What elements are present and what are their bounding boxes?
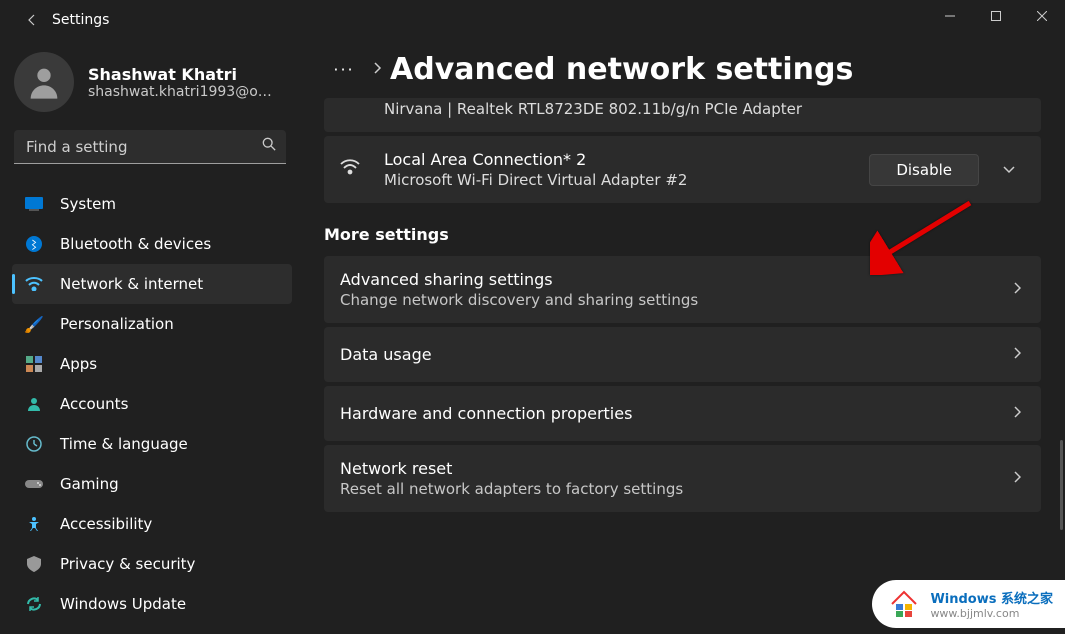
sidebar-item-label: Network & internet <box>60 275 203 293</box>
close-button[interactable] <box>1019 0 1065 32</box>
chevron-right-icon <box>1013 471 1021 486</box>
chevron-right-icon <box>1013 347 1021 362</box>
adapter-card: Local Area Connection* 2 Microsoft Wi-Fi… <box>324 136 1041 203</box>
system-icon <box>24 194 44 214</box>
sidebar-item-label: Accessibility <box>60 515 152 533</box>
sidebar-item-windows-update[interactable]: Windows Update <box>12 584 292 624</box>
sidebar-item-label: Windows Update <box>60 595 186 613</box>
sidebar-item-accessibility[interactable]: Accessibility <box>12 504 292 544</box>
search-icon <box>262 137 276 155</box>
sidebar-item-bluetooth[interactable]: Bluetooth & devices <box>12 224 292 264</box>
sidebar-item-network[interactable]: Network & internet <box>12 264 292 304</box>
sidebar-item-system[interactable]: System <box>12 184 292 224</box>
watermark-title: Windows 系统之家 <box>930 588 1053 607</box>
watermark-url: www.bjjmlv.com <box>930 607 1053 620</box>
content: ··· Advanced network settings Nirvana | … <box>300 40 1065 634</box>
sidebar-item-label: Privacy & security <box>60 555 195 573</box>
sidebar-item-label: Accounts <box>60 395 128 413</box>
setting-title: Network reset <box>340 459 1013 478</box>
breadcrumb-more-button[interactable]: ··· <box>324 49 364 89</box>
accessibility-icon <box>24 514 44 534</box>
back-button[interactable] <box>16 4 48 36</box>
adapter-row-local-area[interactable]: Local Area Connection* 2 Microsoft Wi-Fi… <box>324 136 1041 203</box>
sidebar-item-accounts[interactable]: Accounts <box>12 384 292 424</box>
setting-card: Data usage <box>324 327 1041 382</box>
adapter-card: Nirvana | Realtek RTL8723DE 802.11b/g/n … <box>324 98 1041 132</box>
sidebar-item-label: Personalization <box>60 315 174 333</box>
breadcrumb: ··· Advanced network settings <box>324 40 1041 98</box>
setting-network-reset[interactable]: Network reset Reset all network adapters… <box>324 445 1041 512</box>
minimize-button[interactable] <box>927 0 973 32</box>
adapter-row-nirvana[interactable]: Nirvana | Realtek RTL8723DE 802.11b/g/n … <box>324 98 1041 132</box>
user-email: shashwat.khatri1993@o… <box>88 84 272 100</box>
more-settings-label: More settings <box>324 225 1041 244</box>
adapter-sub: Microsoft Wi-Fi Direct Virtual Adapter #… <box>384 171 869 189</box>
accounts-icon <box>24 394 44 414</box>
setting-card: Advanced sharing settings Change network… <box>324 256 1041 323</box>
gamepad-icon <box>24 474 44 494</box>
bluetooth-icon <box>24 234 44 254</box>
paintbrush-icon: 🖌️ <box>24 314 44 334</box>
avatar <box>14 52 74 112</box>
user-name: Shashwat Khatri <box>88 65 272 84</box>
chevron-down-icon[interactable] <box>993 163 1025 177</box>
setting-card: Network reset Reset all network adapters… <box>324 445 1041 512</box>
wifi-icon <box>24 274 44 294</box>
sidebar-item-label: Apps <box>60 355 97 373</box>
titlebar: Settings <box>0 0 1065 40</box>
chevron-right-icon <box>1013 406 1021 421</box>
sidebar-item-privacy[interactable]: Privacy & security <box>12 544 292 584</box>
window-controls <box>927 0 1065 32</box>
sidebar-item-time-language[interactable]: Time & language <box>12 424 292 464</box>
update-icon <box>24 594 44 614</box>
shield-icon <box>24 554 44 574</box>
setting-card: Hardware and connection properties <box>324 386 1041 441</box>
watermark: Windows 系统之家 www.bjjmlv.com <box>872 580 1065 628</box>
setting-sub: Change network discovery and sharing set… <box>340 291 1013 309</box>
sidebar-item-apps[interactable]: Apps <box>12 344 292 384</box>
sidebar-item-label: System <box>60 195 116 213</box>
setting-advanced-sharing[interactable]: Advanced sharing settings Change network… <box>324 256 1041 323</box>
setting-sub: Reset all network adapters to factory se… <box>340 480 1013 498</box>
sidebar-item-label: Time & language <box>60 435 188 453</box>
page-title: Advanced network settings <box>390 52 853 87</box>
clock-globe-icon <box>24 434 44 454</box>
setting-data-usage[interactable]: Data usage <box>324 327 1041 382</box>
search-input[interactable] <box>14 130 286 163</box>
sidebar-item-personalization[interactable]: 🖌️ Personalization <box>12 304 292 344</box>
sidebar-item-label: Bluetooth & devices <box>60 235 211 253</box>
app-title: Settings <box>52 12 109 28</box>
maximize-button[interactable] <box>973 0 1019 32</box>
sidebar: Shashwat Khatri shashwat.khatri1993@o… S… <box>0 40 300 634</box>
setting-title: Advanced sharing settings <box>340 270 1013 289</box>
wifi-icon <box>340 159 364 180</box>
apps-icon <box>24 354 44 374</box>
setting-title: Data usage <box>340 345 1013 364</box>
chevron-right-icon <box>1013 282 1021 297</box>
search-box[interactable] <box>14 130 286 164</box>
adapter-sub: Nirvana | Realtek RTL8723DE 802.11b/g/n … <box>384 100 925 118</box>
house-icon <box>888 588 920 620</box>
adapter-title: Local Area Connection* 2 <box>384 150 869 169</box>
setting-hardware-properties[interactable]: Hardware and connection properties <box>324 386 1041 441</box>
setting-title: Hardware and connection properties <box>340 404 1013 423</box>
scrollbar[interactable] <box>1060 440 1063 530</box>
sidebar-item-label: Gaming <box>60 475 119 493</box>
user-block[interactable]: Shashwat Khatri shashwat.khatri1993@o… <box>12 40 292 130</box>
sidebar-item-gaming[interactable]: Gaming <box>12 464 292 504</box>
disable-button[interactable]: Disable <box>869 154 979 186</box>
chevron-right-icon <box>372 62 382 77</box>
